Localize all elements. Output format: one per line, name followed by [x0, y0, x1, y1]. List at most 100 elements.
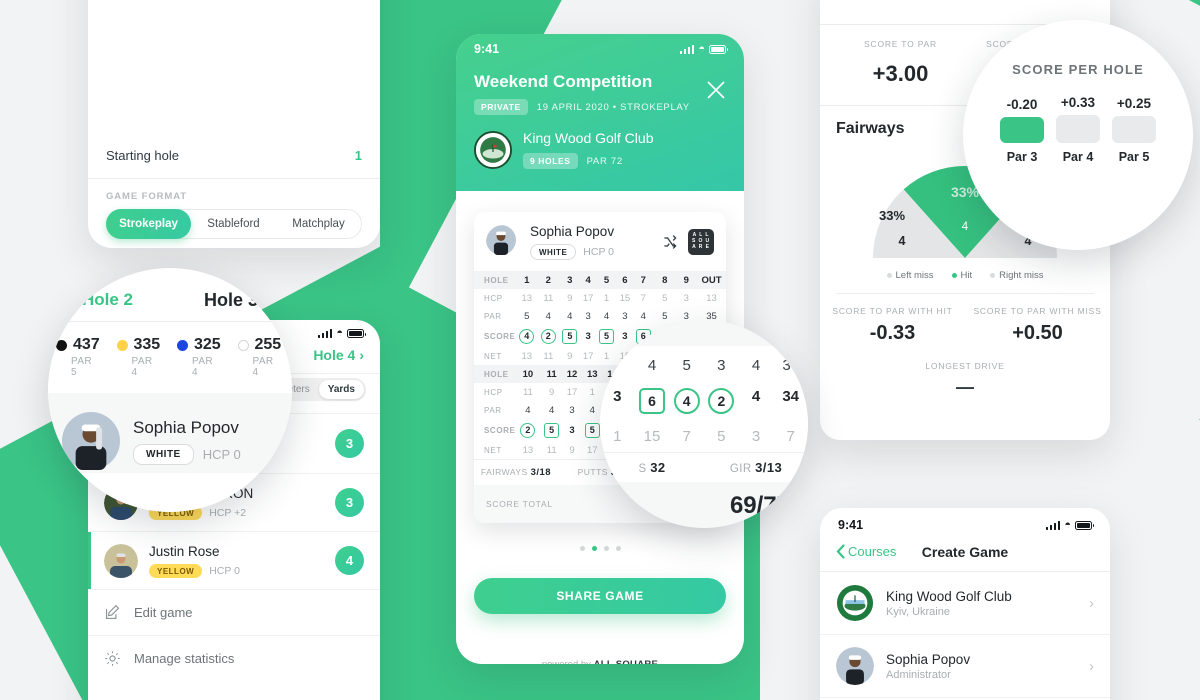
cell-score: 5	[596, 325, 618, 347]
cell-hole: 10	[522, 368, 534, 380]
starting-hole-row[interactable]: Starting hole 1	[88, 132, 380, 178]
format-option-matchplay[interactable]: Matchplay	[276, 209, 361, 239]
battery-icon	[709, 44, 728, 54]
cell-score: 3	[622, 330, 628, 342]
bar-category-label: Par 4	[1062, 150, 1094, 164]
bar-group: -0.20 Par 3	[1000, 97, 1044, 164]
player-score[interactable]: 4	[335, 546, 364, 575]
hit-value: -0.33	[869, 322, 916, 344]
page-title: Weekend Competition	[474, 72, 653, 91]
fairways-legend: Left miss Hit Right miss	[820, 270, 1110, 281]
bar	[1112, 116, 1156, 143]
course-logo	[474, 130, 512, 169]
lens-gir: GIR 3/13	[729, 460, 783, 475]
list-item-course[interactable]: King Wood Golf Club Kyiv, Ukraine ›	[820, 572, 1110, 635]
list-item[interactable]: Justin Rose YELLOW HCP 0 4	[88, 531, 380, 589]
hole-next-button[interactable]: Hole 4 ›	[313, 347, 364, 363]
player-hcp: HCP 0	[583, 246, 615, 258]
list-item-player[interactable]: Sophia Popov Administrator ›	[820, 635, 1110, 698]
course-row[interactable]: King Wood Golf Club 9 HOLES PAR 72	[474, 130, 726, 169]
game-subtitle-row: PRIVATE 19 APRIL 2020 • STROKEPLAY	[474, 99, 726, 115]
cell-par: 3	[622, 310, 628, 322]
course-name: King Wood Golf Club	[523, 130, 654, 146]
cell-score: 3	[585, 330, 591, 342]
cell-hcp: 7	[640, 292, 646, 304]
shuffle-icon[interactable]	[662, 234, 678, 250]
wifi-icon: ◓	[336, 327, 343, 339]
format-option-strokeplay[interactable]: Strokeplay	[106, 209, 191, 239]
cell-par: 3	[585, 310, 591, 322]
unit-yards[interactable]: Yards	[318, 380, 364, 399]
menu-label: Edit game	[134, 605, 193, 620]
cell-par: 5	[662, 310, 668, 322]
tee-par: PAR 4	[252, 356, 274, 378]
tee-par: PAR 4	[192, 356, 214, 378]
bar	[1000, 117, 1044, 143]
wifi-icon: ◓	[1064, 518, 1071, 531]
lens-cell: 7	[786, 428, 795, 445]
page-dot[interactable]	[579, 546, 585, 551]
tee-badge: YELLOW	[149, 564, 203, 578]
powered-brand: ALL SQUARE	[594, 659, 659, 664]
status-time: 9:41	[474, 42, 500, 56]
cell-hcp: 17	[566, 386, 578, 398]
stat-fairways: FAIRWAYS 3/18	[480, 467, 552, 478]
row-label: HOLE	[484, 369, 509, 379]
lens-cell: 15	[643, 428, 661, 445]
cell-score: 3	[569, 424, 575, 436]
cell-score: 2	[516, 419, 540, 441]
avatar	[62, 412, 120, 470]
menu-item-manage-statistics[interactable]: Manage statistics	[88, 635, 380, 681]
edit-icon	[104, 604, 121, 621]
lens-cell: 3	[751, 428, 761, 445]
menu-item-edit-game[interactable]: Edit game	[88, 589, 380, 635]
legend-hit: Hit	[951, 270, 972, 281]
hit-label: SCORE TO PAR WITH HIT	[832, 306, 953, 316]
page-title: Create Game	[921, 543, 1009, 560]
share-game-button[interactable]: SHARE GAME	[474, 578, 726, 614]
score-total-label: SCORE TOTAL	[486, 499, 553, 509]
cell-hole: 11	[546, 368, 557, 380]
par-label: PAR 72	[586, 155, 623, 167]
page-indicator[interactable]	[456, 546, 744, 551]
game-format-segmented-control[interactable]: Strokeplay Stableford Matchplay	[106, 209, 362, 239]
navigation-bar: Courses Create Game	[820, 534, 1110, 572]
miss-label: SCORE TO PAR WITH MISS	[973, 306, 1102, 316]
lens-par-row: 453434	[600, 350, 808, 381]
item-name: King Wood Golf Club	[886, 588, 1012, 604]
cell-hcp: 9	[549, 386, 555, 398]
bar-value-label: +0.33	[1060, 95, 1096, 110]
cell-hole: 3	[567, 274, 573, 286]
game-meta: 19 APRIL 2020 • STROKEPLAY	[536, 101, 690, 113]
tee-distance: 325	[194, 336, 221, 353]
magnifier-hole-detail: Hole 2 Hole 3 437 PAR 5 335 PAR 4 325 PA…	[48, 268, 292, 512]
cell-hcp: 9	[567, 292, 573, 304]
format-option-stableford[interactable]: Stableford	[191, 209, 276, 239]
learn-more-link[interactable]: i Learn more	[88, 239, 380, 248]
tee-badge: WHITE	[133, 443, 194, 465]
bar-category-label: Par 3	[1006, 150, 1038, 164]
cell-par: 4	[549, 404, 555, 416]
player-score[interactable]: 3	[335, 488, 364, 517]
page-dot[interactable]	[603, 546, 609, 551]
cell-net: 17	[586, 444, 598, 456]
privacy-badge: PRIVATE	[474, 99, 528, 115]
game-header: 9:41 ◓ Weekend Competition PRIVATE 19 AP…	[456, 34, 744, 191]
cell-net: 13	[522, 444, 534, 456]
lens-score-row: 3 6 4 2 4 34	[600, 381, 808, 421]
page-dot[interactable]	[615, 546, 621, 551]
tee-distance: 437	[73, 336, 100, 353]
cell-score: 5	[559, 325, 581, 347]
row-label: SCORE	[484, 331, 516, 341]
player-score[interactable]: 3	[335, 429, 364, 458]
tee-color-dot	[56, 339, 67, 351]
cell-score: 2	[538, 325, 560, 347]
page-dot[interactable]	[591, 546, 597, 551]
battery-icon	[347, 329, 366, 338]
create-game-screen: 9:41 ◓ Courses Create Game King Wood Gol…	[820, 508, 1110, 700]
lens-tee-list: 437 PAR 5 335 PAR 4 325 PAR 4 255 PAR 4	[48, 322, 292, 378]
miss-value: +0.50	[1012, 322, 1063, 344]
powered-by: powered by ALL SQUARE	[456, 659, 744, 664]
close-icon[interactable]	[704, 78, 728, 102]
tee-par: PAR 4	[131, 356, 153, 378]
